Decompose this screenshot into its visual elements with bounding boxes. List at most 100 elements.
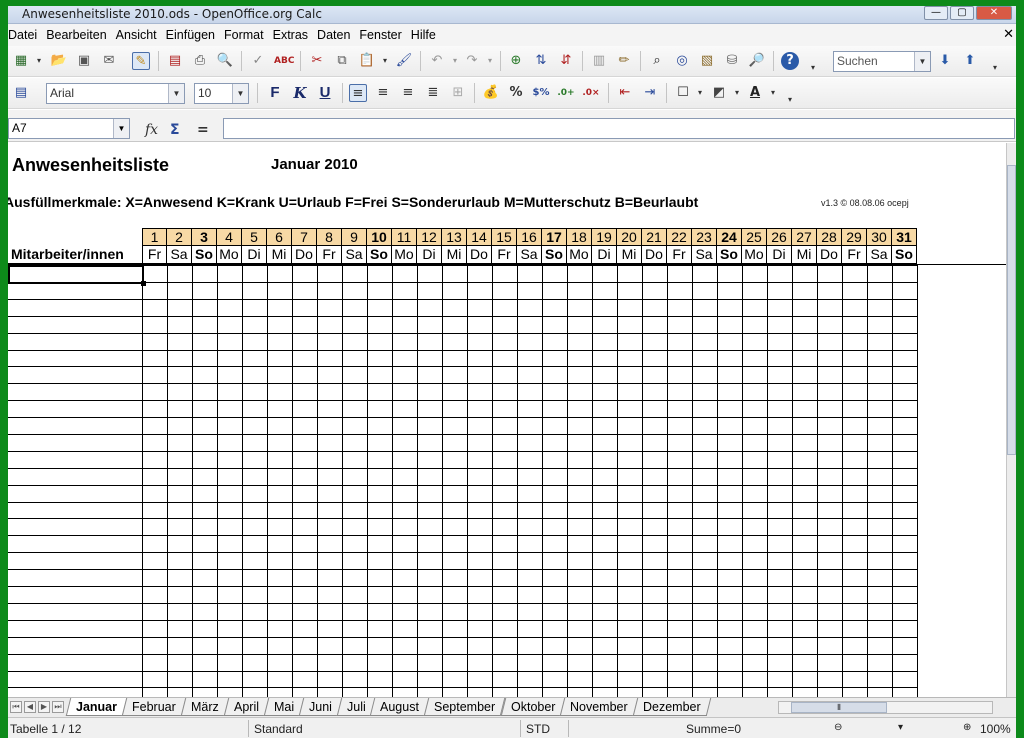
day-number-cell[interactable]: 27: [792, 228, 817, 246]
day-number-cell[interactable]: 20: [617, 228, 642, 246]
navigator-icon[interactable]: ◎: [673, 52, 691, 70]
redo-icon[interactable]: ↷: [463, 52, 481, 70]
day-number-cell[interactable]: 14: [467, 228, 492, 246]
sort-descending-icon[interactable]: ⇵: [557, 52, 575, 70]
align-right-icon[interactable]: ≡: [399, 84, 417, 102]
sort-ascending-icon[interactable]: ⇅: [532, 52, 550, 70]
borders-icon[interactable]: ☐: [674, 84, 692, 102]
weekday-cell[interactable]: Mo: [567, 246, 592, 264]
weekday-cell[interactable]: Di: [242, 246, 267, 264]
save-icon[interactable]: ▣: [75, 52, 93, 70]
menu-extras[interactable]: Extras: [273, 28, 314, 42]
sheet-tab-oktober[interactable]: Oktober: [500, 698, 566, 716]
sheet-tab-juni[interactable]: Juni: [298, 698, 342, 716]
gallery-icon[interactable]: ▧: [698, 52, 716, 70]
sheet-tab-april[interactable]: April: [223, 698, 269, 716]
hyperlink-icon[interactable]: ⊕: [507, 52, 525, 70]
weekday-cell[interactable]: So: [192, 246, 217, 264]
weekday-cell[interactable]: Sa: [517, 246, 542, 264]
weekday-cell[interactable]: Mi: [792, 246, 817, 264]
day-number-cell[interactable]: 31: [892, 228, 917, 246]
zoom-in-icon[interactable]: ⊕: [963, 722, 971, 733]
search-dropdown-icon[interactable]: ▼: [914, 52, 930, 71]
last-sheet-icon[interactable]: ⏭: [52, 701, 64, 713]
percent-format-button[interactable]: %: [507, 84, 525, 102]
zoom-slider-icon[interactable]: ▾: [898, 722, 903, 733]
weekday-cell[interactable]: Sa: [867, 246, 892, 264]
day-number-cell[interactable]: 12: [417, 228, 442, 246]
weekday-cell[interactable]: Mo: [217, 246, 242, 264]
sheet-tab-august[interactable]: August: [370, 698, 430, 716]
previous-sheet-icon[interactable]: ◀: [24, 701, 36, 713]
justify-icon[interactable]: ≣: [424, 84, 442, 102]
find-next-icon[interactable]: ⬇: [936, 52, 954, 70]
sheet-tab-dezember[interactable]: Dezember: [632, 698, 711, 716]
sum-button[interactable]: Σ: [170, 122, 180, 138]
sheet-tab-mrz[interactable]: März: [180, 698, 229, 716]
weekday-cell[interactable]: So: [367, 246, 392, 264]
weekday-cell[interactable]: Sa: [167, 246, 192, 264]
weekday-cell[interactable]: Mo: [392, 246, 417, 264]
maximize-button[interactable]: ▢: [950, 6, 974, 20]
active-cell-cursor[interactable]: [8, 265, 146, 286]
background-color-icon[interactable]: ◩: [710, 84, 728, 102]
add-decimal-icon[interactable]: .0+: [557, 84, 575, 102]
weekday-cell[interactable]: Do: [467, 246, 492, 264]
menu-daten[interactable]: Daten: [317, 28, 356, 42]
font-color-icon[interactable]: A: [746, 84, 764, 102]
currency-format-icon[interactable]: 💰: [482, 84, 500, 102]
zoom-out-icon[interactable]: ⊖: [834, 722, 842, 733]
show-draw-functions-icon[interactable]: ✏: [615, 52, 633, 70]
data-sources-icon[interactable]: ⛁: [723, 52, 741, 70]
weekday-cell[interactable]: Fr: [492, 246, 517, 264]
close-document-icon[interactable]: ✕: [1003, 27, 1014, 42]
day-number-cell[interactable]: 22: [667, 228, 692, 246]
new-dropdown-icon[interactable]: ▾: [30, 52, 48, 70]
edit-file-icon[interactable]: ✎: [132, 52, 150, 70]
menu-ansicht[interactable]: Ansicht: [116, 28, 163, 42]
weekday-cell[interactable]: Fr: [667, 246, 692, 264]
print-icon[interactable]: ⎙: [191, 52, 209, 70]
day-number-cell[interactable]: 5: [242, 228, 267, 246]
open-icon[interactable]: 📂: [50, 52, 68, 70]
search-field[interactable]: Suchen ▼: [833, 51, 931, 72]
weekday-cell[interactable]: Do: [817, 246, 842, 264]
delete-decimal-icon[interactable]: .0×: [582, 84, 600, 102]
sheet-tab-februar[interactable]: Februar: [121, 698, 187, 716]
day-number-cell[interactable]: 21: [642, 228, 667, 246]
weekday-cell[interactable]: So: [717, 246, 742, 264]
day-number-cell[interactable]: 6: [267, 228, 292, 246]
day-number-cell[interactable]: 8: [317, 228, 342, 246]
close-window-button[interactable]: ✕: [976, 6, 1012, 20]
first-sheet-icon[interactable]: ⏮: [10, 701, 22, 713]
horizontal-scroll-thumb[interactable]: ⦀: [791, 702, 887, 713]
spreadsheet-area[interactable]: Anwesenheitsliste Januar 2010 Ausfüllmer…: [8, 143, 1006, 697]
clone-formatting-icon[interactable]: 🖌: [395, 52, 413, 70]
day-number-cell[interactable]: 17: [542, 228, 567, 246]
weekday-cell[interactable]: Di: [417, 246, 442, 264]
page-preview-icon[interactable]: 🔍: [216, 52, 234, 70]
new-document-icon[interactable]: ▦: [12, 52, 30, 70]
cut-icon[interactable]: ✂: [308, 52, 326, 70]
function-wizard-button[interactable]: fx: [145, 122, 158, 138]
autospellcheck-icon[interactable]: ABC: [274, 52, 294, 70]
formula-input[interactable]: [223, 118, 1015, 139]
sheet-tab-september[interactable]: September: [424, 698, 506, 716]
align-center-icon[interactable]: ≡: [374, 84, 392, 102]
day-number-cell[interactable]: 19: [592, 228, 617, 246]
weekday-cell[interactable]: Do: [292, 246, 317, 264]
weekday-cell[interactable]: Fr: [842, 246, 867, 264]
day-number-cell[interactable]: 4: [217, 228, 242, 246]
font-size-select[interactable]: 10 ▼: [194, 83, 249, 104]
weekday-cell[interactable]: Sa: [692, 246, 717, 264]
zoom-icon[interactable]: 🔎: [748, 52, 766, 70]
selection-mode[interactable]: STD: [526, 722, 550, 736]
day-number-cell[interactable]: 9: [342, 228, 367, 246]
font-name-select[interactable]: Arial ▼: [46, 83, 185, 104]
menu-fenster[interactable]: Fenster: [359, 28, 407, 42]
day-number-cell[interactable]: 16: [517, 228, 542, 246]
day-number-cell[interactable]: 15: [492, 228, 517, 246]
weekday-cell[interactable]: Sa: [342, 246, 367, 264]
weekday-cell[interactable]: Fr: [142, 246, 167, 264]
find-replace-icon[interactable]: ⌕: [648, 52, 666, 70]
